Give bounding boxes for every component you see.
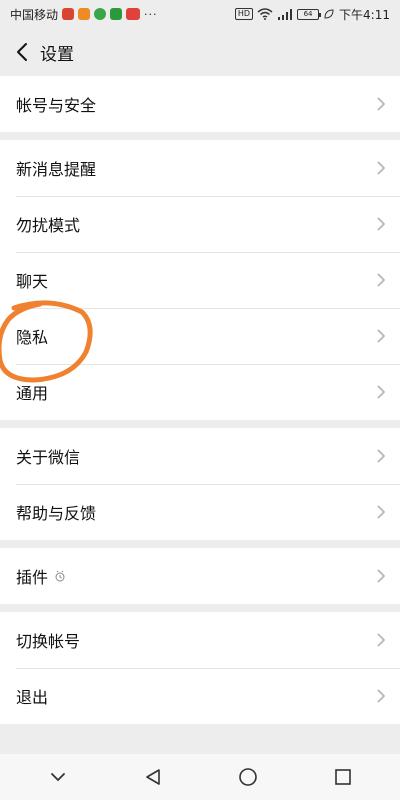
chevron-right-icon — [377, 329, 386, 343]
status-bar: 中国移动 ··· HD 64 下午4:11 — [0, 0, 400, 28]
settings-item-label: 新消息提醒 — [16, 160, 97, 179]
hd-icon: HD — [234, 8, 254, 20]
settings-item-label: 切换帐号 — [16, 632, 81, 651]
settings-item-label-wrap: 插件 — [16, 564, 66, 588]
settings-item-privacy[interactable]: 隐私 — [0, 308, 400, 364]
chevron-right-icon — [377, 97, 386, 111]
settings-item-label: 隐私 — [16, 328, 49, 347]
settings-item-label: 聊天 — [16, 272, 49, 291]
settings-item-label: 插件 — [16, 568, 49, 587]
chevron-right-icon — [377, 449, 386, 463]
signal-icon — [278, 9, 293, 20]
settings-group-logout: 切换帐号 退出 — [0, 612, 400, 724]
leaf-icon — [324, 9, 334, 19]
settings-group-general: 新消息提醒 勿扰模式 聊天 隐私 通用 — [0, 140, 400, 420]
chevron-right-icon — [377, 273, 386, 287]
settings-group-about: 关于微信 帮助与反馈 — [0, 428, 400, 540]
settings-item-logout[interactable]: 退出 — [0, 668, 400, 724]
app-notification-icon — [62, 8, 75, 20]
home-circle-icon — [238, 768, 257, 786]
back-arrow-icon — [17, 43, 27, 61]
header: 设置 — [0, 28, 400, 76]
settings-item-general[interactable]: 通用 — [0, 364, 400, 420]
settings-item-do-not-disturb[interactable]: 勿扰模式 — [0, 196, 400, 252]
settings-item-label: 帐号与安全 — [16, 96, 97, 115]
back-button[interactable] — [2, 28, 42, 76]
settings-item-plugins[interactable]: 插件 — [0, 548, 400, 604]
carrier-label: 中国移动 — [10, 7, 59, 22]
settings-item-about-wechat[interactable]: 关于微信 — [0, 428, 400, 484]
app-notification-icon — [110, 8, 123, 20]
settings-item-help-feedback[interactable]: 帮助与反馈 — [0, 484, 400, 540]
more-notifications-icon: ··· — [144, 7, 158, 21]
clock: 下午4:11 — [339, 7, 390, 22]
chevron-right-icon — [377, 633, 386, 647]
wifi-icon — [257, 8, 273, 20]
chevron-down-icon — [50, 773, 65, 782]
settings-item-chat[interactable]: 聊天 — [0, 252, 400, 308]
app-notification-icon — [78, 8, 91, 20]
settings-item-label: 关于微信 — [16, 448, 81, 467]
nav-back-button[interactable] — [133, 757, 173, 797]
status-right: HD 64 下午4:11 — [234, 6, 390, 23]
nav-home-button[interactable] — [228, 757, 268, 797]
settings-item-label: 退出 — [16, 688, 49, 707]
status-left: 中国移动 ··· — [10, 6, 158, 23]
system-nav-bar — [0, 754, 400, 800]
settings-item-label: 帮助与反馈 — [16, 504, 97, 523]
battery-icon: 64 — [297, 8, 322, 20]
settings-item-account-security[interactable]: 帐号与安全 — [0, 76, 400, 132]
page-title: 设置 — [40, 44, 74, 65]
chevron-right-icon — [377, 161, 386, 175]
app-notification-icon — [94, 8, 107, 20]
back-triangle-icon — [145, 769, 160, 785]
settings-group-plugins: 插件 — [0, 548, 400, 604]
plugin-badge-icon — [55, 570, 65, 582]
settings-item-switch-account[interactable]: 切换帐号 — [0, 612, 400, 668]
chevron-right-icon — [377, 689, 386, 703]
settings-item-label: 勿扰模式 — [16, 216, 81, 235]
chevron-right-icon — [377, 505, 386, 519]
hide-nav-button[interactable] — [38, 757, 78, 797]
settings-item-notifications[interactable]: 新消息提醒 — [0, 140, 400, 196]
settings-item-label: 通用 — [16, 384, 49, 403]
chevron-right-icon — [377, 569, 386, 583]
app-notification-icon — [126, 8, 141, 20]
recents-square-icon — [334, 769, 351, 785]
chevron-right-icon — [377, 385, 386, 399]
chevron-right-icon — [377, 217, 386, 231]
settings-group-account: 帐号与安全 — [0, 76, 400, 132]
nav-recents-button[interactable] — [323, 757, 363, 797]
